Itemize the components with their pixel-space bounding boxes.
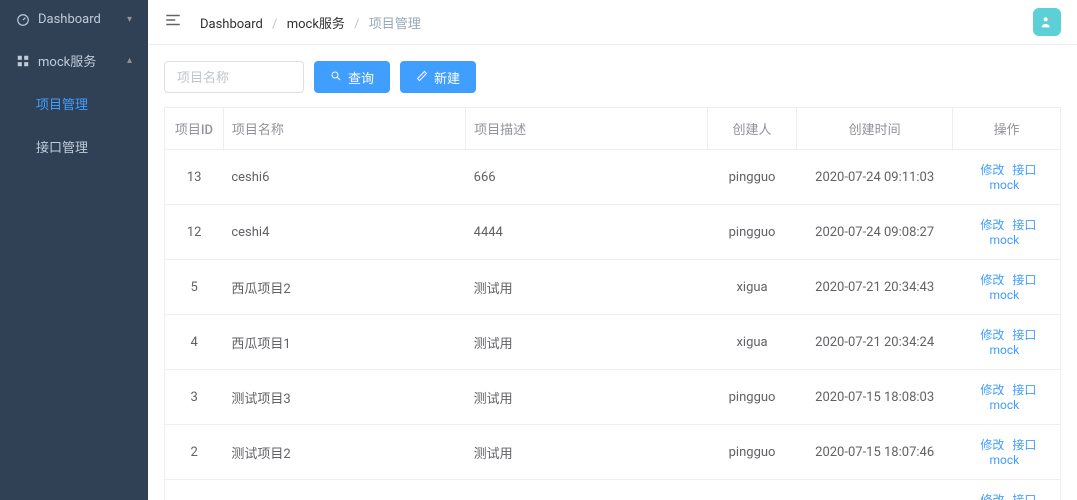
- edit-link[interactable]: 修改: [980, 218, 1004, 232]
- cell-op: 修改接口mock: [953, 480, 1061, 500]
- cell-creator: pingguo: [708, 370, 797, 425]
- cell-creator: xigua: [708, 315, 797, 370]
- cell-id: 1: [165, 480, 224, 500]
- th-id: 项目ID: [165, 108, 224, 150]
- cell-time: 2020-07-24 09:11:03: [797, 150, 953, 205]
- edit-link[interactable]: 修改: [980, 163, 1004, 177]
- th-name: 项目名称: [223, 108, 465, 150]
- crumb-current: 项目管理: [369, 17, 421, 32]
- cell-name: 西瓜项目2: [223, 260, 465, 315]
- cell-op: 修改接口mock: [953, 425, 1061, 480]
- cell-id: 5: [165, 260, 224, 315]
- cell-desc: 测试用: [466, 370, 708, 425]
- cell-op: 修改接口mock: [953, 315, 1061, 370]
- table-row: 4西瓜项目1测试用xigua2020-07-21 20:34:24修改接口moc…: [165, 315, 1061, 370]
- th-op: 操作: [953, 108, 1061, 150]
- th-desc: 项目描述: [466, 108, 708, 150]
- cell-id: 12: [165, 205, 224, 260]
- cell-op: 修改接口mock: [953, 150, 1061, 205]
- cell-creator: pingguo: [708, 425, 797, 480]
- cell-desc: 666: [466, 150, 708, 205]
- chevron-down-icon: ▾: [127, 14, 132, 25]
- cell-name: 测试项目1: [223, 480, 465, 500]
- grid-icon: [16, 54, 30, 68]
- create-button[interactable]: 新建: [400, 61, 476, 93]
- edit-link[interactable]: 修改: [980, 328, 1004, 342]
- cell-name: ceshi6: [223, 150, 465, 205]
- th-time: 创建时间: [797, 108, 953, 150]
- sidebar-item-dashboard[interactable]: Dashboard ▾: [0, 0, 148, 39]
- cell-time: 2020-07-15 18:07:31: [797, 480, 953, 500]
- sidebar-subitem-api[interactable]: 接口管理: [26, 125, 148, 168]
- cell-creator: pingguo: [708, 205, 797, 260]
- chevron-up-icon: ▴: [127, 55, 132, 66]
- cell-time: 2020-07-21 20:34:24: [797, 315, 953, 370]
- cell-desc: 测试用: [466, 315, 708, 370]
- cell-id: 2: [165, 425, 224, 480]
- sidebar-subitem-project[interactable]: 项目管理: [26, 82, 148, 125]
- cell-desc: 测试用: [466, 425, 708, 480]
- table-row: 2测试项目2测试用pingguo2020-07-15 18:07:46修改接口m…: [165, 425, 1061, 480]
- cell-op: 修改接口mock: [953, 370, 1061, 425]
- query-button[interactable]: 查询: [314, 61, 390, 93]
- search-icon: [330, 70, 342, 85]
- cell-creator: pingguo: [708, 480, 797, 500]
- data-table: 项目ID 项目名称 项目描述 创建人 创建时间 操作 13ceshi6666pi…: [164, 107, 1061, 500]
- sidebar-item-label: mock服务: [38, 51, 96, 70]
- crumb[interactable]: mock服务: [287, 17, 345, 32]
- table-row: 12ceshi44444pingguo2020-07-24 09:08:27修改…: [165, 205, 1061, 260]
- dashboard-icon: [16, 13, 30, 27]
- table-row: 5西瓜项目2测试用xigua2020-07-21 20:34:43修改接口moc…: [165, 260, 1061, 315]
- edit-icon: [416, 70, 428, 85]
- avatar[interactable]: [1033, 8, 1061, 36]
- cell-id: 3: [165, 370, 224, 425]
- cell-desc: 测试用: [466, 260, 708, 315]
- cell-op: 修改接口mock: [953, 260, 1061, 315]
- cell-creator: xigua: [708, 260, 797, 315]
- edit-link[interactable]: 修改: [980, 383, 1004, 397]
- cell-desc: 4444: [466, 205, 708, 260]
- cell-time: 2020-07-24 09:08:27: [797, 205, 953, 260]
- table-row: 13ceshi6666pingguo2020-07-24 09:11:03修改接…: [165, 150, 1061, 205]
- crumb[interactable]: Dashboard: [200, 17, 263, 32]
- th-creator: 创建人: [708, 108, 797, 150]
- sidebar: Dashboard ▾ mock服务 ▴ 项目管理 接口管理: [0, 0, 148, 500]
- cell-id: 4: [165, 315, 224, 370]
- cell-id: 13: [165, 150, 224, 205]
- table-row: 3测试项目3测试用pingguo2020-07-15 18:08:03修改接口m…: [165, 370, 1061, 425]
- cell-time: 2020-07-15 18:07:46: [797, 425, 953, 480]
- cell-name: 西瓜项目1: [223, 315, 465, 370]
- cell-name: ceshi4: [223, 205, 465, 260]
- cell-desc: 测试用: [466, 480, 708, 500]
- table-row: 1测试项目1测试用pingguo2020-07-15 18:07:31修改接口m…: [165, 480, 1061, 500]
- edit-link[interactable]: 修改: [980, 493, 1004, 500]
- edit-link[interactable]: 修改: [980, 438, 1004, 452]
- edit-link[interactable]: 修改: [980, 273, 1004, 287]
- search-input[interactable]: [164, 61, 304, 93]
- sidebar-item-label: Dashboard: [38, 12, 101, 27]
- hamburger-icon[interactable]: [164, 11, 182, 33]
- cell-name: 测试项目2: [223, 425, 465, 480]
- breadcrumb: Dashboard / mock服务 / 项目管理: [200, 13, 1033, 32]
- cell-time: 2020-07-15 18:08:03: [797, 370, 953, 425]
- cell-op: 修改接口mock: [953, 205, 1061, 260]
- cell-time: 2020-07-21 20:34:43: [797, 260, 953, 315]
- cell-creator: pingguo: [708, 150, 797, 205]
- cell-name: 测试项目3: [223, 370, 465, 425]
- sidebar-item-mock[interactable]: mock服务 ▴: [0, 39, 148, 82]
